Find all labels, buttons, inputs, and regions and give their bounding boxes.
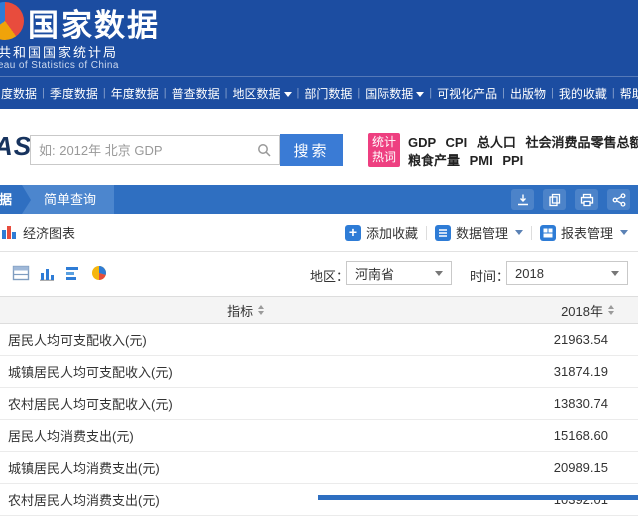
print-icon[interactable]	[575, 189, 598, 210]
indicator-cell: 农村居民人均可支配收入(元)	[0, 394, 491, 413]
list-view-icon[interactable]	[12, 264, 30, 282]
nav-item-7[interactable]: 国际数据	[360, 85, 429, 102]
site-header: 国家数据 中华人民共和国国家统计局 National Bureau of Sta…	[0, 0, 638, 76]
table-body: 居民人均可支配收入(元)21963.54城镇居民人均可支配收入(元)31874.…	[0, 324, 638, 516]
hot-badge-line1: 统计	[368, 135, 400, 150]
filter-row: 地区： 河南省 时间： 2018	[0, 252, 638, 296]
data-manage-menu[interactable]: 数据管理	[435, 223, 523, 242]
nav-item-3[interactable]: 年度数据	[106, 85, 164, 102]
indicator-header-label: 指标	[227, 301, 253, 320]
table-row: 农村居民人均消费支出(元)10392.01	[0, 484, 638, 516]
indicator-cell: 居民人均可支配收入(元)	[0, 330, 491, 349]
region-value: 河南省	[355, 264, 394, 283]
sort-icon	[608, 305, 614, 315]
toolbar-divider	[531, 226, 532, 240]
table-row: 居民人均可支配收入(元)21963.54	[0, 324, 638, 356]
economic-charts-label: 经济图表	[23, 223, 75, 242]
data-manage-label: 数据管理	[456, 223, 508, 242]
chevron-down-icon	[620, 230, 628, 235]
table-header: 指标 2018年	[0, 296, 638, 324]
pie-chart-view-icon[interactable]	[90, 264, 108, 282]
nav-item-6[interactable]: 部门数据	[299, 85, 357, 102]
indicator-cell: 居民人均消费支出(元)	[0, 426, 491, 445]
year-column-header[interactable]: 2018年	[491, 301, 638, 320]
org-name-cn: 中华人民共和国国家统计局	[0, 42, 118, 61]
nav-item-10[interactable]: 我的收藏	[554, 85, 612, 102]
search-button[interactable]: 搜索	[280, 134, 343, 166]
nav-items: 月度数据|季度数据|年度数据|普查数据|地区数据|部门数据|国际数据|可视化产品…	[0, 77, 638, 109]
table-row: 居民人均消费支出(元)15168.60	[0, 420, 638, 452]
site-title: 国家数据	[28, 0, 160, 45]
data-manage-icon	[435, 225, 451, 241]
chevron-down-icon	[515, 230, 523, 235]
download-icon[interactable]	[511, 189, 534, 210]
share-icon[interactable]	[607, 189, 630, 210]
region-select[interactable]: 河南省	[346, 261, 452, 285]
value-cell: 15168.60	[491, 428, 638, 443]
indicator-cell: 城镇居民人均可支配收入(元)	[0, 362, 491, 381]
data-table: 指标 2018年 居民人均可支配收入(元)21963.54城镇居民人均可支配收入…	[0, 296, 638, 516]
bottom-partial-bar	[318, 495, 638, 500]
chart-toolbar: 经济图表 + 添加收藏 数据管理 报表管理	[0, 214, 638, 252]
sort-icon	[258, 305, 264, 315]
report-manage-label: 报表管理	[561, 223, 613, 242]
economic-chart-icon	[2, 225, 17, 240]
hot-words: GDP CPI 总人口 社会消费品零售总额 粮食产量 PMI PPI	[408, 134, 638, 170]
query-bar: 数据 简单查询	[0, 185, 638, 214]
query-bar-label: 数据	[0, 185, 13, 214]
time-value: 2018	[515, 266, 544, 281]
nav-item-11[interactable]: 帮助	[615, 85, 638, 102]
table-row: 城镇居民人均可支配收入(元)31874.19	[0, 356, 638, 388]
main-nav: 月度数据|季度数据|年度数据|普查数据|地区数据|部门数据|国际数据|可视化产品…	[0, 76, 638, 109]
chevron-down-icon	[611, 271, 619, 276]
add-favorite-label: 添加收藏	[366, 223, 418, 242]
table-row: 农村居民人均可支配收入(元)13830.74	[0, 388, 638, 420]
search-section: ASHU 搜索 统计 热词 GDP CPI 总人口 社会消费品零售总额 粮食产量…	[0, 109, 638, 185]
hot-words-line2[interactable]: 粮食产量 PMI PPI	[408, 152, 638, 170]
search-box	[30, 135, 280, 165]
year-header-label: 2018年	[561, 301, 603, 320]
chevron-down-icon	[416, 92, 424, 97]
tab-simple-query[interactable]: 简单查询	[22, 185, 114, 214]
view-switcher	[12, 264, 108, 282]
nav-item-4[interactable]: 普查数据	[167, 85, 225, 102]
hot-badge-line2: 热词	[368, 150, 400, 165]
time-label: 时间：	[470, 266, 509, 285]
report-manage-icon	[540, 225, 556, 241]
plus-icon: +	[345, 225, 361, 241]
chevron-down-icon	[284, 92, 292, 97]
hbar-chart-view-icon[interactable]	[64, 264, 82, 282]
nav-item-2[interactable]: 季度数据	[45, 85, 103, 102]
nav-item-9[interactable]: 出版物	[505, 85, 551, 102]
value-cell: 20989.15	[491, 460, 638, 475]
time-select[interactable]: 2018	[506, 261, 628, 285]
add-favorite-button[interactable]: + 添加收藏	[345, 223, 418, 242]
report-manage-menu[interactable]: 报表管理	[540, 223, 628, 242]
value-cell: 21963.54	[491, 332, 638, 347]
value-cell: 31874.19	[491, 364, 638, 379]
hot-words-line1[interactable]: GDP CPI 总人口 社会消费品零售总额	[408, 134, 638, 152]
toolbar-actions: + 添加收藏 数据管理 报表管理	[345, 214, 628, 251]
indicator-column-header[interactable]: 指标	[0, 301, 491, 320]
toolbar-divider	[426, 226, 427, 240]
query-bar-actions	[511, 189, 630, 210]
chevron-down-icon	[435, 271, 443, 276]
nav-item-8[interactable]: 可视化产品	[432, 85, 502, 102]
tab-economic-charts[interactable]: 经济图表	[2, 214, 75, 251]
org-name-en: National Bureau of Statistics of China	[0, 60, 119, 71]
bar-chart-view-icon[interactable]	[38, 264, 56, 282]
nav-item-5[interactable]: 地区数据	[228, 85, 297, 102]
search-icon	[257, 143, 271, 157]
table-row: 城镇居民人均消费支出(元)20989.15	[0, 452, 638, 484]
nav-item-1[interactable]: 月度数据	[0, 85, 42, 102]
site-logo-icon	[0, 2, 24, 40]
value-cell: 13830.74	[491, 396, 638, 411]
hot-words-badge: 统计 热词	[368, 133, 400, 167]
copy-icon[interactable]	[543, 189, 566, 210]
search-input[interactable]	[31, 143, 257, 158]
region-label: 地区：	[310, 266, 349, 285]
indicator-cell: 城镇居民人均消费支出(元)	[0, 458, 491, 477]
